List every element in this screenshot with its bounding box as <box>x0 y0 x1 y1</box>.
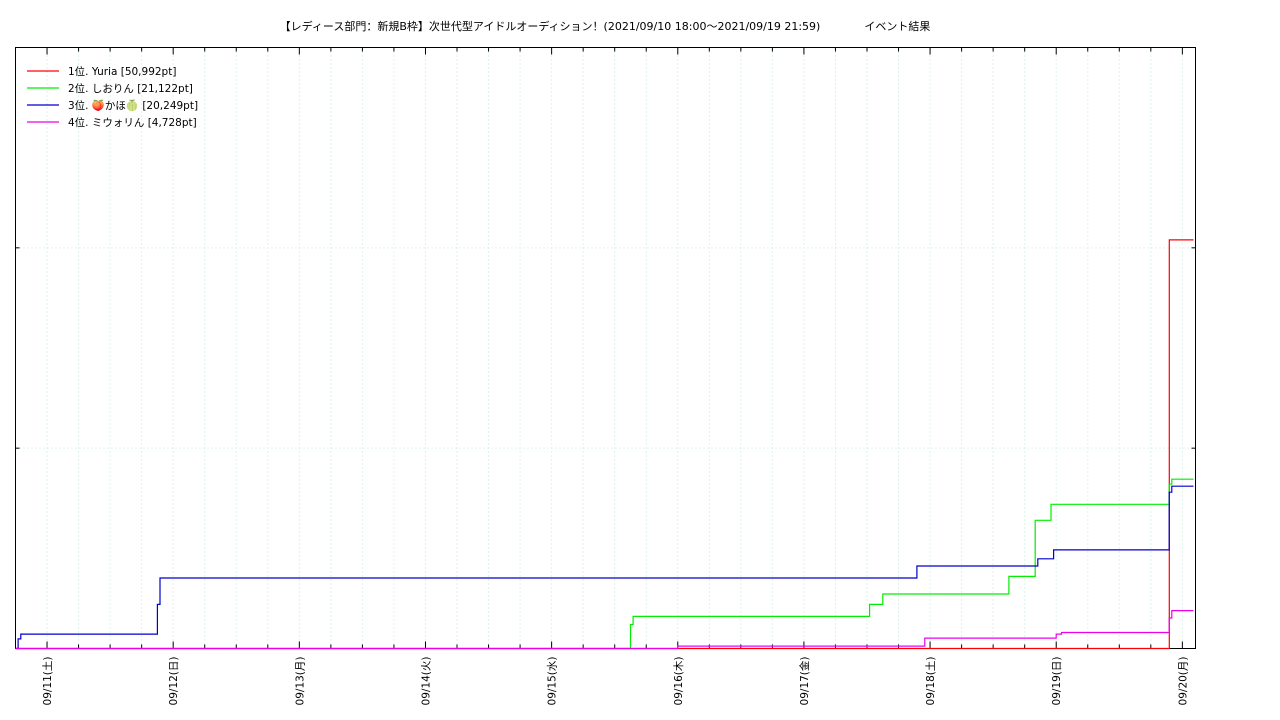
line-chart: 09/11(土) 09/12(日) 09/13(月) 09/14(火) 09/15(水)… <box>15 47 1196 706</box>
y-axis <box>15 47 1196 649</box>
x-tick-label: 09/17(金) <box>798 657 811 706</box>
series-line-2 <box>15 478 1194 650</box>
x-tick-label: 09/12(日) <box>168 657 180 706</box>
legend-label: 4位. ミウォリん [4,728pt] <box>68 116 197 129</box>
legend: 1位. Yuria [50,992pt] 2位. しおりん [21,122pt] 3… <box>27 65 198 129</box>
plot-frame <box>15 47 1196 649</box>
legend-label: 2位. しおりん [21,122pt] <box>68 82 193 95</box>
x-axis: 09/11(土) 09/12(日) 09/13(月) 09/14(火) 09/15(水)… <box>15 47 1189 706</box>
x-tick-label: 09/20(月) <box>1177 657 1189 706</box>
x-tick-label: 09/16(木) <box>673 657 685 706</box>
x-tick-label: 09/18(土) <box>924 657 937 706</box>
series-line-3 <box>15 485 1194 650</box>
x-tick-label: 09/14(火) <box>420 657 432 706</box>
legend-label: 1位. Yuria [50,992pt] <box>68 65 176 78</box>
x-tick-label: 09/19(日) <box>1051 657 1063 706</box>
series-line-4 <box>15 610 1194 650</box>
x-tick-label: 09/15(水) <box>547 657 559 706</box>
series-line-1 <box>15 239 1194 650</box>
grid-lines <box>15 47 1196 649</box>
x-tick-label: 09/11(土) <box>41 657 54 706</box>
legend-label: 3位. 🍑かほ🍈 [20,249pt] <box>68 99 198 112</box>
x-tick-label: 09/13(月) <box>294 657 306 706</box>
series-lines <box>15 239 1194 650</box>
